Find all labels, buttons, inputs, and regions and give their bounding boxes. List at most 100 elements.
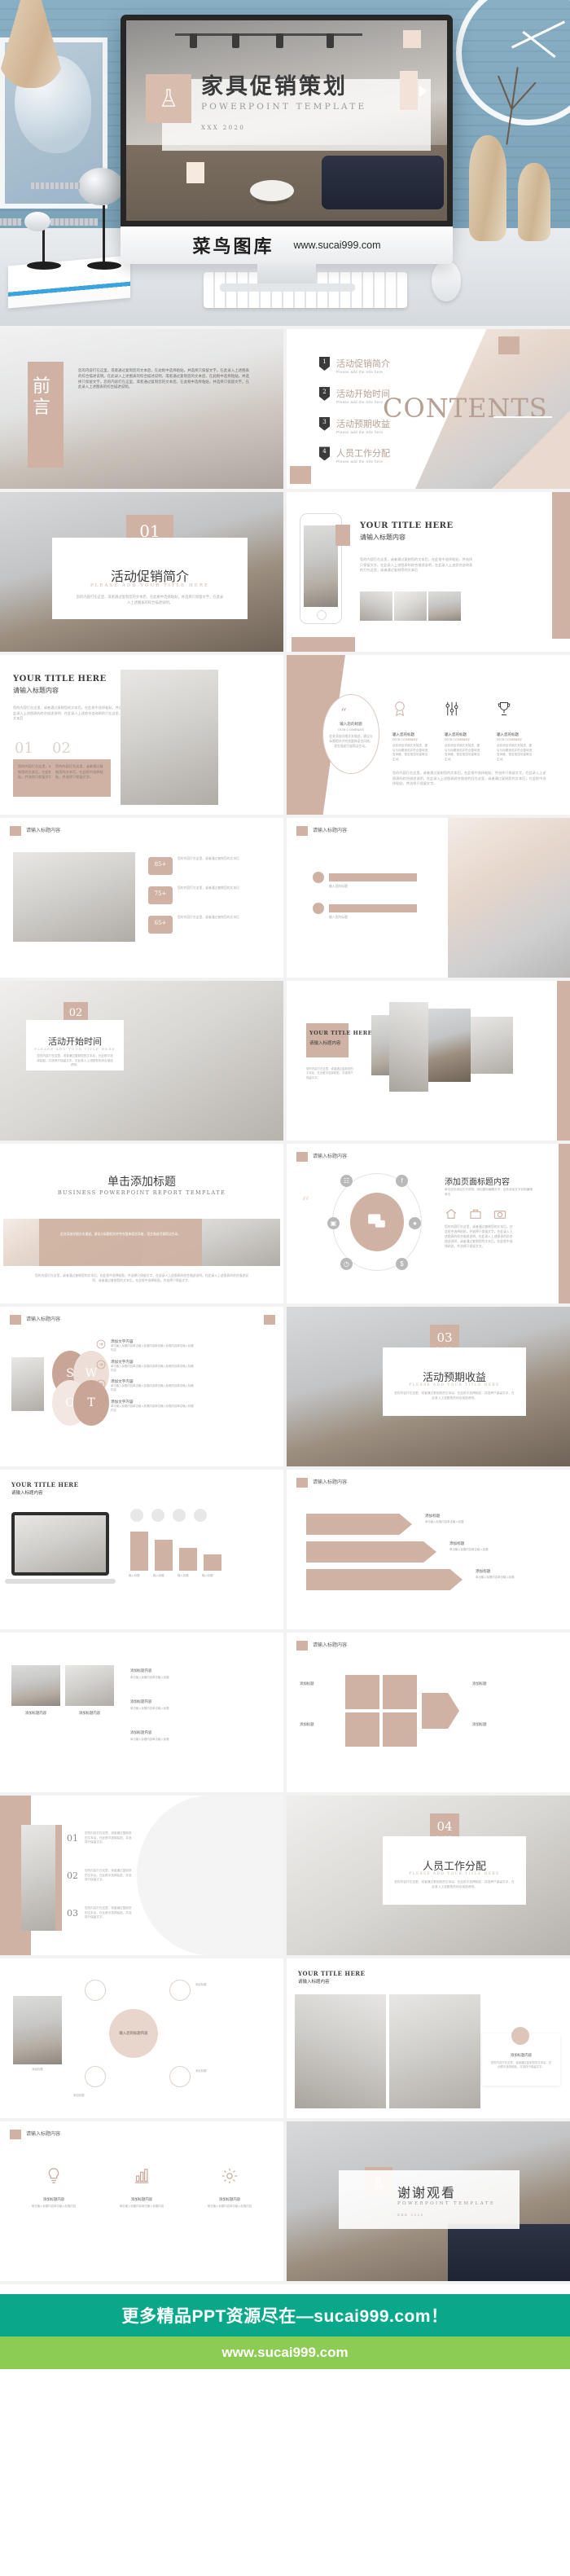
- accent-square: [335, 525, 350, 546]
- quote-title: 输入您的标题: [340, 722, 362, 726]
- slide-device-bars[interactable]: YOUR TITLE HERE 请输入标题内容 输入标题 输入标题 输入标题 输…: [0, 1470, 283, 1629]
- slide-part-04[interactable]: 04 PART 人员工作分配 PLEASE ADD YOUR TITLE HER…: [287, 1796, 570, 1955]
- sofa: [448, 2224, 570, 2281]
- slide-part-01[interactable]: 01 PART 活动促销简介 PLEASE ADD YOUR TITLE HER…: [0, 492, 283, 652]
- slide-quote-features[interactable]: “ 输入您的标题 OUR COMPANY 此处添加详细文本描述，建议与标题相关并…: [287, 655, 570, 815]
- slide-contents[interactable]: 1 活动促销简介 Please add the title here 2 活动开…: [287, 329, 570, 489]
- accent-square: [296, 1641, 308, 1651]
- column-title: 添加标题内容: [218, 2197, 241, 2201]
- twitter-icon[interactable]: ●: [409, 1217, 421, 1229]
- slide-title: 活动促销简介: [110, 569, 189, 584]
- slide-yoga-bars[interactable]: 请输入标题内容 输入您的标题 输入您的标题: [287, 818, 570, 978]
- decorative-square: [186, 162, 204, 183]
- puzzle-piece[interactable]: [383, 1675, 417, 1709]
- org-node[interactable]: [169, 1980, 191, 2001]
- bag-icon: [470, 1209, 481, 1219]
- bar-icon: [130, 1509, 143, 1522]
- stat-text: 您的内容打在这里，或者通过复制您的文本后: [178, 857, 239, 860]
- org-node[interactable]: [85, 2066, 106, 2087]
- piece-label: 添加标题: [472, 1722, 487, 1726]
- list-item[interactable]: 3 活动预期收益 Please add the title here: [319, 416, 390, 436]
- gallery-photo: [65, 1665, 114, 1706]
- list-item[interactable]: 1 活动促销简介 Please add the title here: [319, 357, 390, 376]
- bar: [155, 1540, 173, 1571]
- bar-icon: [194, 1509, 207, 1522]
- quote-body: 此处添加详细文本描述，建议与标题相关并符合整体语言风格，语言描述尽量简洁生动。: [329, 735, 373, 748]
- column-text: 单击输入标题内容单击输入标题内容: [31, 2205, 77, 2208]
- slide-phone-showcase[interactable]: YOUR TITLE HERE 请输入标题内容 您的内容打在这里，或者通过复制您…: [287, 492, 570, 652]
- camera-icon: [493, 1211, 506, 1219]
- swot-row[interactable]: 添加文字内容 单击输入标题内容单击输入标题内容单击输入标题内容单击输入标题内容: [96, 1400, 218, 1413]
- slide-image-text[interactable]: YOUR TITLE HERE 请输入标题内容 添加标题内容 您的内容打在这里，…: [287, 1958, 570, 2118]
- swot-row[interactable]: 添加文字内容 单击输入标题内容单击输入标题内容单击输入标题内容单击输入标题内容: [96, 1360, 218, 1374]
- feature-sub: OUR COMPANY: [392, 737, 419, 741]
- slide-gallery-title[interactable]: YOUR TITLE HERE 请输入标题内容 您的内容打在这里，或者通过复制您…: [287, 981, 570, 1141]
- list-item[interactable]: 4 人员工作分配 Please add the title here: [319, 446, 390, 465]
- slide-swot[interactable]: 请输入标题内容 S W O T 添加文字内容 单击输入标题内容单击输入标题内容单…: [0, 1307, 283, 1466]
- org-node[interactable]: [85, 1980, 106, 2001]
- laptop-screen-photo: [15, 1515, 106, 1572]
- icon-column[interactable]: 添加标题内容 单击输入标题内容单击输入标题内容: [15, 2167, 93, 2209]
- feature-col[interactable]: 输入您的标题 OUR COMPANY 此处添加详细文本描述，建议与标题相关并符合…: [445, 701, 482, 762]
- card-number: 01: [15, 740, 33, 757]
- slide-body: 您的内容打在这里，或者通过复制您的文本后，在此框中选择粘贴，并选择只保留文字。在…: [394, 1391, 515, 1400]
- text-column: 添加标题内容 单击输入标题内容单击输入标题: [130, 1668, 228, 1680]
- slide-thanks[interactable]: 谢谢观看 POWERPOINT TEMPLATE XXX 2020: [287, 2121, 570, 2281]
- slide-numbered-list[interactable]: 01 您的内容打在这里，或者通过复制您的文本后，在此框中选择粘贴，并选择只保留文…: [0, 1796, 283, 1955]
- feature-col[interactable]: 输入您的标题 OUR COMPANY 此处添加详细文本描述，建议与标题相关并符合…: [497, 701, 534, 762]
- feature-text: 此处添加详细文本描述，建议与标题相关并符合整体语言风格，语言描述尽量简洁生动。: [497, 744, 533, 761]
- facebook-icon[interactable]: f: [396, 1175, 408, 1187]
- icon-column[interactable]: 添加标题内容 单击输入标题内容单击输入标题内容: [103, 2167, 181, 2209]
- slide-preface[interactable]: 前言 您的内容打在这里，或者通过复制您的文本后，在此框中选择粘贴，并选择只保留文…: [0, 329, 283, 489]
- page-title: 家具促销策划: [201, 74, 348, 99]
- puzzle-piece[interactable]: [383, 1712, 417, 1747]
- sofa: [322, 156, 444, 209]
- slide-puzzle[interactable]: 请输入标题内容 添加标题 添加标题 添加标题 添加标题: [287, 1633, 570, 1792]
- org-node[interactable]: [169, 2066, 191, 2087]
- stat-value: 65+: [154, 920, 167, 926]
- promo-banner[interactable]: 更多精品PPT资源尽在—sucai999.com！: [0, 2294, 570, 2336]
- slide-icon-columns[interactable]: 请输入标题内容 添加标题内容 单击输入标题内容单击输入标题内容 添加标题内容 单…: [0, 2121, 283, 2281]
- briefcase-icon[interactable]: ▣: [327, 1217, 340, 1229]
- icon-column[interactable]: 添加标题内容 单击输入标题内容单击输入标题内容: [191, 2167, 269, 2209]
- puzzle-piece[interactable]: [345, 1712, 379, 1747]
- list-item[interactable]: 2 活动开始时间 Please add the title here: [319, 386, 390, 406]
- arrow-step[interactable]: [306, 1514, 412, 1535]
- slide-click-add-title[interactable]: 单击添加标题 BUSINESS POWERPOINT REPORT TEMPLA…: [0, 1144, 283, 1303]
- slide-part-02[interactable]: 02 PART 活动开始时间 PLEASE ADD YOUR TITLE HER…: [0, 981, 283, 1141]
- feature-text: 此处添加详细文本描述，建议与标题相关并符合整体语言风格，语言描述尽量简洁生动。: [445, 744, 480, 761]
- laptop-mockup: [11, 1512, 109, 1576]
- slide-gallery-three[interactable]: 添加标题内容 添加标题内容 添加标题内容 单击输入标题内容单击输入标题 添加标题…: [0, 1633, 283, 1792]
- clock-icon[interactable]: ◷: [340, 1258, 353, 1270]
- bar-label: 输入标题: [178, 1574, 189, 1577]
- dollar-icon[interactable]: $: [396, 1258, 408, 1270]
- thumbnail-photo: [360, 591, 392, 621]
- feature-col[interactable]: 输入您的标题 OUR COMPANY 此处添加详细文本描述，建议与标题相关并符合…: [392, 701, 430, 762]
- url-banner[interactable]: www.sucai999.com: [0, 2336, 570, 2369]
- decorative-square: [403, 30, 421, 48]
- arrow-step[interactable]: [306, 1541, 436, 1563]
- slide-two-col-text[interactable]: YOUR TITLE HERE 请输入标题内容 您的内容打在这里，或者通过复制您…: [0, 655, 283, 815]
- center-node[interactable]: 输入您的标题内容: [109, 2009, 158, 2058]
- overlay-band: [39, 1219, 202, 1266]
- slide-org-chart[interactable]: 添加标题 输入您的标题内容 添加标题 添加标题 添加标题: [0, 1958, 283, 2118]
- slide-arrow-flow[interactable]: 请输入标题内容 添加标题 单击输入标题内容单击输入标题 添加标题 单击输入标题内…: [287, 1470, 570, 1629]
- yoga-photo: [448, 818, 570, 978]
- slide-circle-social[interactable]: 请输入标题内容 “ ☷ f ● $ ◷ ▣ 添加页面标题内容 单击此处添加文字说…: [287, 1144, 570, 1303]
- arrow-step[interactable]: [306, 1569, 463, 1590]
- accent-square: [10, 1315, 21, 1325]
- book-icon[interactable]: ☷: [340, 1175, 353, 1187]
- accent-square: [10, 826, 21, 836]
- thumbnail-photo: [428, 591, 461, 621]
- laptop-base: [5, 1579, 116, 1584]
- slide-bed-stats[interactable]: 请输入标题内容 85+ 您的内容打在这里，或者通过复制您的文本后 75+ 您的内…: [0, 818, 283, 978]
- swot-row[interactable]: 添加文字内容 单击输入标题内容单击输入标题内容单击输入标题内容单击输入标题内容: [96, 1379, 218, 1393]
- gallery-photo: [471, 1017, 513, 1074]
- accent-square: [264, 1315, 275, 1325]
- slide-part-03[interactable]: 03 PART 活动预期收益 PLEASE ADD YOUR TITLE HER…: [287, 1307, 570, 1466]
- bar-label: 输入标题: [202, 1574, 213, 1577]
- gear-icon: [221, 2168, 238, 2184]
- swot-row[interactable]: 添加文字内容 单击输入标题内容单击输入标题内容单击输入标题内容单击输入标题内容: [96, 1339, 218, 1353]
- puzzle-piece[interactable]: [345, 1675, 379, 1709]
- slide-title: 活动开始时间: [48, 1036, 102, 1047]
